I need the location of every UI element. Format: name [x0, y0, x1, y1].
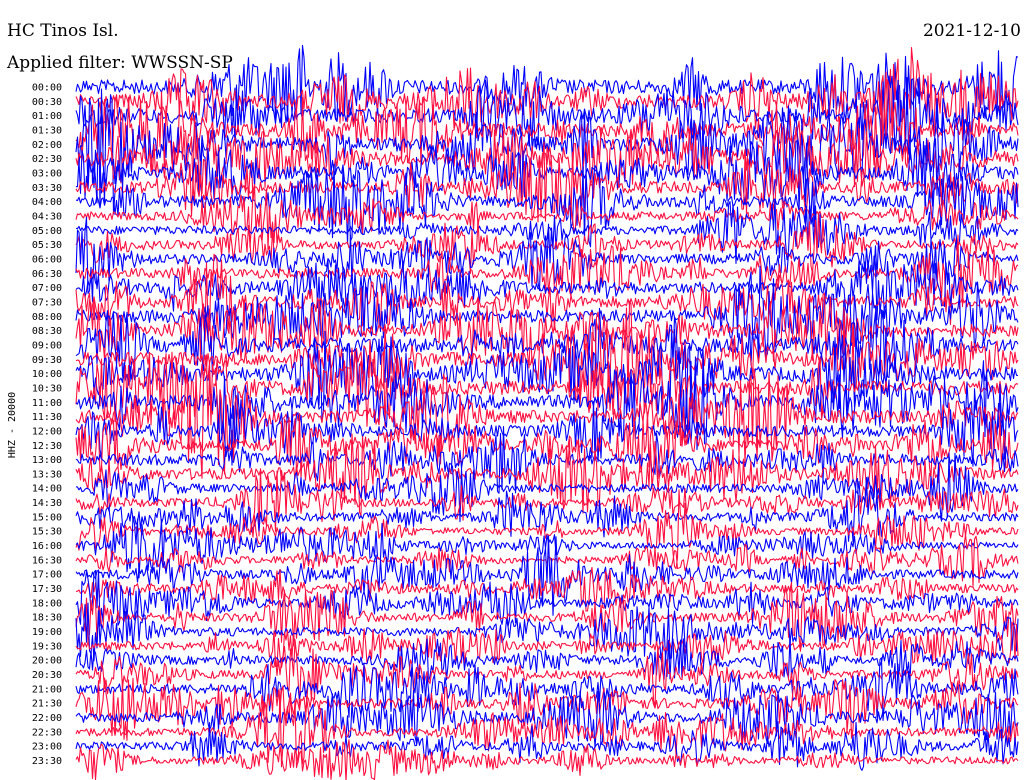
tick-label: 10:00	[32, 369, 62, 380]
tick-label: 08:30	[32, 326, 62, 337]
tick-label: 17:00	[32, 570, 62, 581]
tick-label: 10:30	[32, 383, 62, 394]
tick-label: 03:30	[32, 183, 62, 194]
tick-label: 16:00	[32, 541, 62, 552]
tick-label: 16:30	[32, 555, 62, 566]
tick-label: 08:00	[32, 312, 62, 323]
tick-label: 00:00	[32, 83, 62, 94]
tick-label: 06:00	[32, 254, 62, 265]
tick-label: 15:30	[32, 527, 62, 538]
channel-label: HHZ - 20000	[7, 392, 18, 458]
tick-label: 20:00	[32, 656, 62, 667]
tick-label: 01:00	[32, 111, 62, 122]
seismic-trace	[75, 602, 1019, 662]
tick-label: 20:30	[32, 670, 62, 681]
tick-label: 07:00	[32, 283, 62, 294]
time-tick-labels: 00:00 00:30 01:00 01:30 02:00 02:30 03:00 03:30…	[32, 83, 62, 768]
tick-label: 09:00	[32, 340, 62, 351]
tick-label: 23:30	[32, 756, 62, 767]
tick-label: 04:00	[32, 197, 62, 208]
seismic-trace	[75, 721, 1019, 771]
tick-label: 18:00	[32, 598, 62, 609]
tick-label: 04:30	[32, 211, 62, 222]
tick-label: 12:00	[32, 426, 62, 437]
tick-label: 05:30	[32, 240, 62, 251]
tick-label: 01:30	[32, 125, 62, 136]
tick-label: 22:30	[32, 727, 62, 738]
seismic-trace	[75, 183, 1019, 251]
tick-label: 17:30	[32, 584, 62, 595]
trace-layer	[75, 44, 1019, 780]
tick-label: 22:00	[32, 713, 62, 724]
tick-label: 06:30	[32, 269, 62, 280]
helicorder-plot: 00:00 00:30 01:00 01:30 02:00 02:30 03:00 03:30…	[7, 44, 1019, 780]
tick-label: 21:30	[32, 699, 62, 710]
tick-label: 02:30	[32, 154, 62, 165]
tick-label: 13:00	[32, 455, 62, 466]
tick-label: 18:30	[32, 613, 62, 624]
tick-label: 02:00	[32, 140, 62, 151]
tick-label: 13:30	[32, 469, 62, 480]
tick-label: 14:30	[32, 498, 62, 509]
tick-label: 19:30	[32, 641, 62, 652]
tick-label: 23:00	[32, 742, 62, 753]
tick-label: 03:00	[32, 168, 62, 179]
tick-label: 15:00	[32, 512, 62, 523]
tick-label: 21:00	[32, 684, 62, 695]
tick-label: 05:00	[32, 226, 62, 237]
tick-label: 11:00	[32, 398, 62, 409]
tick-label: 14:00	[32, 484, 62, 495]
tick-label: 11:30	[32, 412, 62, 423]
tick-label: 00:30	[32, 97, 62, 108]
seismic-trace	[75, 621, 1019, 669]
tick-label: 07:30	[32, 297, 62, 308]
tick-label: 12:30	[32, 441, 62, 452]
tick-label: 19:00	[32, 627, 62, 638]
tick-label: 09:30	[32, 355, 62, 366]
